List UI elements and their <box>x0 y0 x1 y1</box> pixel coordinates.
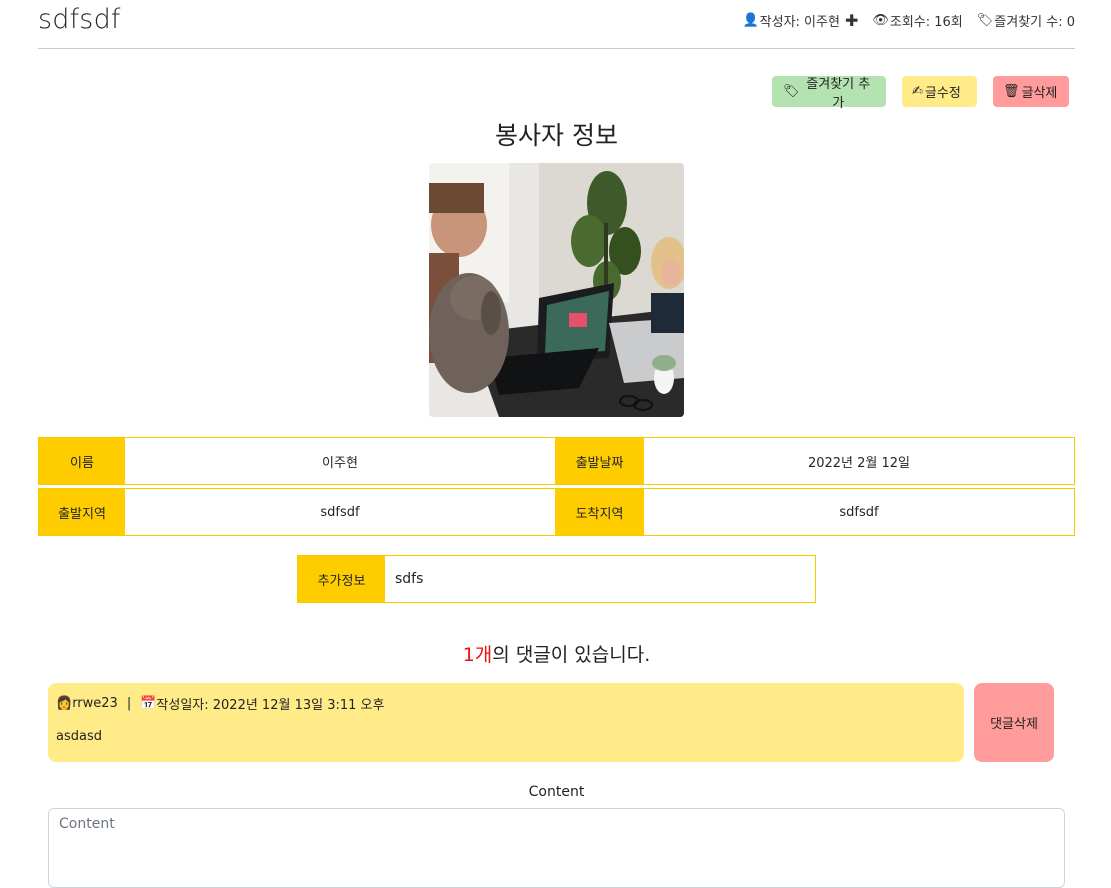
user-icon: 👤 <box>742 13 759 28</box>
name-label: 이름 <box>39 438 125 484</box>
delete-comment-button[interactable]: 댓글삭제 <box>974 683 1054 762</box>
arrive-region-value: sdfsdf <box>839 504 879 520</box>
extra-info-label: 추가정보 <box>298 556 385 602</box>
bookmark-tag-icon: 🏷 <box>783 84 800 99</box>
volunteer-photo <box>429 163 684 417</box>
author-label: 작성자: 이주현 <box>759 15 840 30</box>
section-title: 봉사자 정보 <box>495 121 618 150</box>
comment-content-input[interactable] <box>48 808 1065 888</box>
edit-post-label: 글수정 <box>924 86 961 101</box>
favorites-label: 즐겨찾기 수: 0 <box>994 15 1075 30</box>
follow-plus-icon[interactable]: ✚ <box>845 13 858 29</box>
depart-region-label: 출발지역 <box>39 489 125 535</box>
edit-post-button[interactable]: ✍ 글수정 <box>902 76 977 107</box>
add-favorite-button[interactable]: 🏷 즐겨찾기 추가 <box>772 76 886 111</box>
comment-count-heading: 1개의 댓글이 있습니다. <box>38 640 1075 667</box>
author-meta: 👤 작성자: 이주현 ✚ <box>742 11 858 31</box>
post-title: sdfsdf <box>38 4 121 35</box>
eye-icon: 👁 <box>872 13 889 28</box>
calendar-icon: 📅 <box>140 696 157 711</box>
comment-date: 작성일자: 2022년 12월 13일 3:11 오후 <box>156 698 385 713</box>
favorites-meta: 🏷 즐겨찾기 수: 0 <box>977 11 1075 30</box>
views-meta: 👁 조회수: 16회 <box>872 11 962 30</box>
content-label: Content <box>528 784 585 800</box>
bookmark-tag-icon: 🏷 <box>976 13 994 28</box>
comment-count-suffix: 의 댓글이 있습니다. <box>492 644 651 666</box>
delete-post-label: 글삭제 <box>1021 86 1058 101</box>
comment-author: rrwe23 <box>72 696 118 711</box>
info-row-extra: 추가정보 sdfs <box>297 555 816 603</box>
post-meta: 👤 작성자: 이주현 ✚ 👁 조회수: 16회 🏷 즐겨찾기 수: 0 <box>742 11 1075 31</box>
depart-date-label: 출발날짜 <box>555 438 644 484</box>
pencil-icon: ✍ <box>912 84 923 99</box>
post-actions: 🏷 즐겨찾기 추가 ✍ 글수정 🗑 글삭제 <box>756 76 1069 111</box>
comment-count-number: 1개 <box>462 644 493 666</box>
trash-icon: 🗑 <box>1003 84 1020 99</box>
info-row-regions: 출발지역 sdfsdf 도착지역 sdfsdf <box>38 488 1075 536</box>
info-row-name-date: 이름 이주현 출발날짜 2022년 2월 12일 <box>38 437 1075 485</box>
comment-item: 👩 rrwe23 | 📅 작성일자: 2022년 12월 13일 3:11 오후… <box>48 683 964 762</box>
depart-date-value: 2022년 2월 12일 <box>807 455 911 471</box>
commenter-avatar-icon: 👩 <box>56 696 73 711</box>
comment-body: asdasd <box>56 729 102 744</box>
name-value: 이주현 <box>322 455 358 471</box>
add-favorite-label: 즐겨찾기 추가 <box>806 76 871 111</box>
extra-info-value: sdfs <box>395 571 424 587</box>
depart-region-value: sdfsdf <box>320 504 360 520</box>
arrive-region-label: 도착지역 <box>555 489 644 535</box>
delete-post-button[interactable]: 🗑 글삭제 <box>993 76 1069 107</box>
comment-meta-separator: | <box>126 696 132 711</box>
header-divider <box>38 48 1075 49</box>
post-detail-page: sdfsdf 👤 작성자: 이주현 ✚ 👁 조회수: 16회 🏷 즐겨찾기 수:… <box>38 0 1075 888</box>
views-label: 조회수: 16회 <box>889 15 963 30</box>
comment-meta: 👩 rrwe23 | 📅 작성일자: 2022년 12월 13일 3:11 오후 <box>56 694 956 713</box>
